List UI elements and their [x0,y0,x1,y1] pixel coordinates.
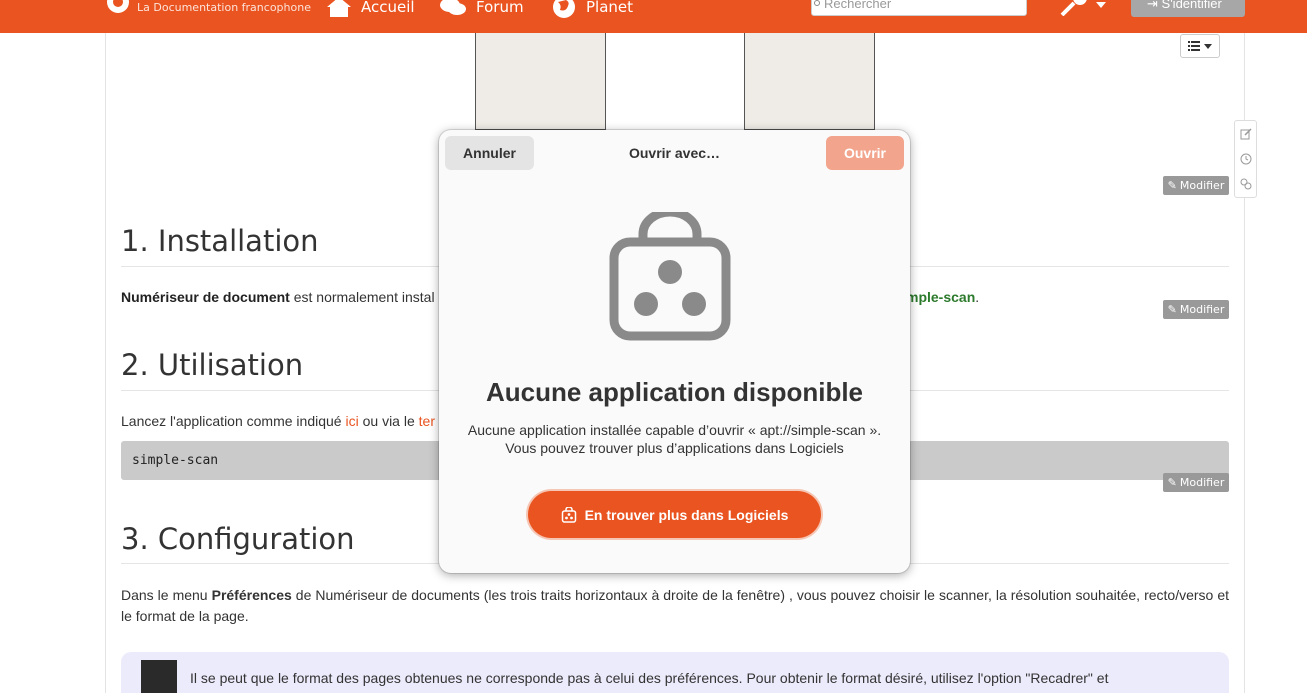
modify-button[interactable]: ✎ Modifier [1163,176,1229,195]
install-paragraph: Numériseur de document est normalement i… [121,289,435,305]
find-in-software-label: En trouver plus dans Logiciels [584,506,789,523]
edit-icon[interactable] [1240,128,1252,140]
screenshot-thumbnail-2[interactable] [744,33,875,130]
section-heading-utilisation: 2. Utilisation [121,348,304,382]
pencil-icon: ✎ [1167,179,1177,192]
nav-planet[interactable]: Planet [552,0,633,18]
usage-pre: Lancez l'application comme indiqué [121,413,346,429]
nav-forum-label: Forum [476,0,524,16]
caret-down-icon [1204,43,1212,49]
dialog-heading: Aucune application disponible [485,377,864,407]
usage-paragraph: Lancez l'application comme indiqué ici o… [121,413,435,429]
nav-forum[interactable]: Forum [440,0,524,18]
install-tail-end: . [975,289,980,305]
open-with-dialog: Annuler Ouvrir avec… Ouvrir Aucune appli… [439,130,910,573]
ubuntu-fr-logo[interactable] [106,0,130,16]
chat-bubbles-icon [440,0,466,15]
config-paragraph: Dans le menu Préférences de Numériseur d… [121,585,1229,627]
login-button[interactable]: ⇥ S'identifier [1131,0,1245,17]
page-tools [1234,120,1257,198]
dialog-desc-line1: Aucune application installée capable d’o… [467,422,882,438]
section-heading-installation: 1. Installation [121,224,319,258]
install-tail: mple-scan. [906,289,979,305]
usage-mid: ou via le [358,413,419,429]
dialog-description: Aucune application installée capable d’o… [439,421,910,457]
search-input[interactable]: Rechercher [811,0,1027,16]
note-box: Il se peut que le format des pages obten… [121,652,1229,693]
code-text: simple-scan [132,453,219,468]
list-icon [1188,41,1200,51]
sign-in-icon: ⇥ [1147,0,1158,11]
section-heading-configuration: 3. Configuration [121,522,355,556]
usage-link-terminal[interactable]: ter [419,413,435,429]
modify-label: Modifier [1179,303,1225,316]
site-subtitle[interactable]: La Documentation francophone [137,1,311,14]
screenshot-thumbnail-1[interactable] [475,33,606,130]
software-bag-icon [609,212,731,341]
config-bold: Préférences [211,587,292,603]
wrench-icon [1060,0,1087,16]
caret-down-icon [1096,2,1106,8]
links-icon[interactable] [1240,178,1252,190]
modify-button[interactable]: ✎ Modifier [1163,300,1229,319]
history-icon[interactable] [1240,153,1252,165]
nav-accueil[interactable]: Accueil [327,0,415,18]
find-in-software-button[interactable]: En trouver plus dans Logiciels [528,491,821,538]
login-label: S'identifier [1161,0,1222,11]
home-icon [327,0,351,17]
install-bold: Numériseur de document [121,289,290,305]
install-rest: est normalement instal [289,289,435,305]
search-icon [814,0,820,6]
note-text: Il se peut que le format des pages obten… [190,670,1109,686]
software-store-icon [561,506,576,523]
nav-planet-label: Planet [586,0,634,16]
modify-label: Modifier [1179,179,1225,192]
toc-button[interactable] [1180,34,1220,58]
top-navbar: La Documentation francophone Accueil For… [0,0,1307,33]
nav-accueil-label: Accueil [361,0,415,16]
search-placeholder: Rechercher [824,0,892,11]
config-pre: Dans le menu [121,587,212,603]
modify-button[interactable]: ✎ Modifier [1163,473,1229,492]
tools-menu[interactable] [1060,0,1106,16]
dialog-desc-line2: Vous pouvez trouver plus d’applications … [505,440,844,456]
modify-label: Modifier [1179,476,1225,489]
simple-scan-apt-link[interactable]: mple-scan [906,289,975,305]
note-icon [141,660,177,693]
globe-icon [553,0,575,18]
open-button[interactable]: Ouvrir [826,136,904,170]
usage-link-ici[interactable]: ici [345,413,358,429]
pencil-icon: ✎ [1167,476,1177,489]
pencil-icon: ✎ [1167,303,1177,316]
